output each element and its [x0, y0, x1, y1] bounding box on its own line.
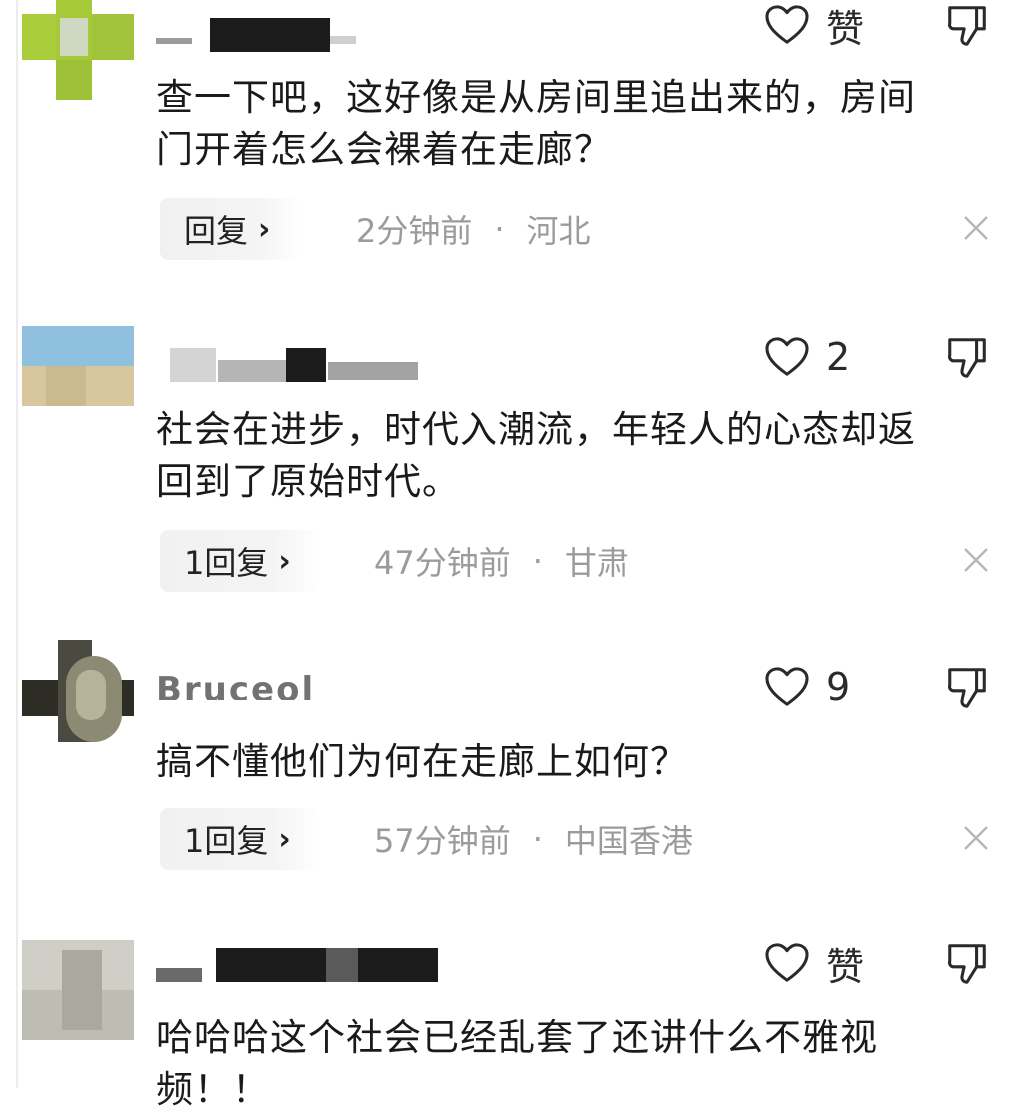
- comment-text: 搞不懂他们为何在走廊上如何？: [156, 740, 688, 783]
- comment-meta: 2分钟前 · 河北: [356, 198, 591, 260]
- avatar[interactable]: [22, 930, 134, 1088]
- comment-location: 甘肃: [564, 544, 629, 582]
- thumbs-down-icon: [947, 668, 986, 708]
- thumbs-down-icon: [947, 6, 986, 46]
- heart-outline-icon: [765, 337, 809, 376]
- reply-label: 1回复: [184, 822, 269, 860]
- close-button[interactable]: [960, 544, 992, 576]
- left-border: [16, 0, 18, 1088]
- dislike-button[interactable]: [944, 334, 992, 384]
- like-count: 9: [826, 665, 851, 709]
- like-count: 赞: [826, 944, 865, 989]
- chevron-right-icon: ›: [278, 821, 291, 857]
- chevron-right-icon: ›: [278, 543, 291, 579]
- comment-time: 57分钟前: [374, 822, 511, 860]
- heart-outline-icon: [765, 5, 809, 44]
- reply-label: 回复: [184, 212, 249, 250]
- comment-time: 2分钟前: [356, 212, 473, 250]
- avatar[interactable]: [22, 326, 134, 428]
- like-button[interactable]: 2: [764, 332, 850, 382]
- like-button[interactable]: 赞: [764, 0, 865, 51]
- dislike-button[interactable]: [944, 940, 992, 990]
- comment-meta: 57分钟前 · 中国香港: [374, 808, 693, 870]
- like-count: 2: [826, 335, 851, 379]
- chevron-right-icon: ›: [258, 211, 271, 247]
- dislike-button[interactable]: [944, 2, 992, 52]
- reply-button[interactable]: 1回复 ›: [160, 808, 321, 870]
- comment-text: 查一下吧，这好像是从房间里追出来的，房间 门开着怎么会裸着在走廊？: [156, 76, 916, 171]
- username[interactable]: Bruceol: [156, 660, 456, 700]
- like-button[interactable]: 赞: [764, 938, 865, 989]
- avatar[interactable]: [22, 0, 134, 102]
- avatar[interactable]: [22, 640, 134, 742]
- reply-label: 1回复: [184, 544, 269, 582]
- like-button[interactable]: 9: [764, 662, 850, 712]
- thumbs-down-icon: [947, 338, 986, 378]
- comment-text: 社会在进步，时代入潮流，年轻人的心态却返 回到了原始时代。: [156, 408, 916, 503]
- username[interactable]: [156, 344, 456, 384]
- comment-time: 47分钟前: [374, 544, 511, 582]
- close-icon: [964, 216, 988, 240]
- comment-meta: 47分钟前 · 甘肃: [374, 530, 629, 592]
- heart-outline-icon: [765, 943, 809, 982]
- close-button[interactable]: [960, 822, 992, 854]
- close-icon: [964, 826, 988, 850]
- comment-text: 哈哈哈这个社会已经乱套了还讲什么不雅视 频！！: [156, 1016, 878, 1111]
- username[interactable]: [156, 14, 456, 54]
- meta-separator: ·: [494, 210, 505, 248]
- username-text: Bruceol: [156, 670, 316, 700]
- close-icon: [964, 548, 988, 572]
- like-count: 赞: [826, 6, 865, 51]
- meta-separator: ·: [532, 542, 543, 580]
- close-button[interactable]: [960, 212, 992, 244]
- username[interactable]: [156, 944, 456, 984]
- reply-button[interactable]: 1回复 ›: [160, 530, 321, 592]
- heart-outline-icon: [765, 667, 809, 706]
- meta-separator: ·: [532, 820, 543, 858]
- reply-button[interactable]: 回复 ›: [160, 198, 301, 260]
- thumbs-down-icon: [947, 944, 986, 984]
- dislike-button[interactable]: [944, 664, 992, 714]
- comment-location: 中国香港: [564, 822, 693, 860]
- comment-location: 河北: [526, 212, 591, 250]
